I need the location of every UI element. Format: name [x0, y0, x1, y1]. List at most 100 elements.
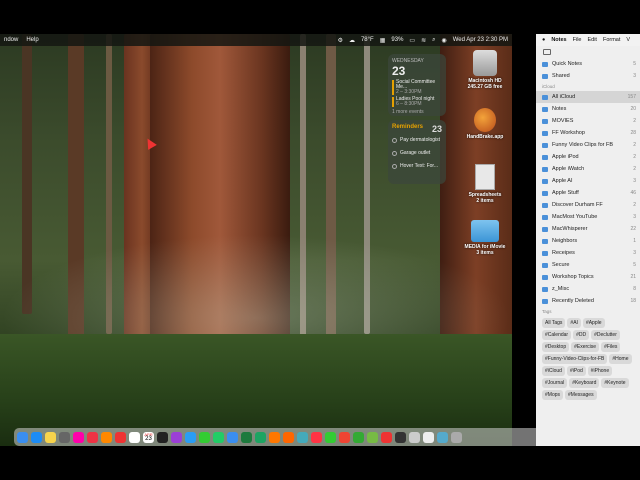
tag-chip[interactable]: #Apple [582, 318, 605, 328]
pages-icon[interactable] [283, 431, 294, 443]
folder-row[interactable]: Apple AI 3 [536, 175, 640, 187]
numbers-icon[interactable] [213, 431, 224, 443]
folder-row[interactable]: Discover Durham FF 2 [536, 199, 640, 211]
tag-chip[interactable]: #Journal [542, 378, 568, 388]
folder-row[interactable]: Secure 5 [536, 259, 640, 271]
folder-row[interactable]: Shared 3 [536, 70, 640, 82]
reminders-widget[interactable]: Reminders 23 Pay dermatologist Garage ou… [388, 120, 446, 184]
downloads-icon[interactable] [437, 431, 448, 443]
notes-icon[interactable] [45, 431, 56, 443]
books-icon[interactable] [269, 431, 280, 443]
tag-chip[interactable]: #Keyboard [569, 378, 600, 388]
weather-icon[interactable]: ☁ [349, 37, 355, 44]
screenshot-icon[interactable] [409, 431, 420, 443]
photos-icon[interactable] [73, 431, 84, 443]
folder-row[interactable]: Apple Stuff 46 [536, 187, 640, 199]
finder-icon[interactable] [17, 431, 28, 443]
folder-count: 1 [633, 238, 636, 244]
folder-row[interactable]: Apple iWatch 2 [536, 163, 640, 175]
clock-text[interactable]: Wed Apr 23 2:30 PM [453, 37, 508, 43]
tag-chip[interactable]: #Funny-Video-Clips-for-FB [542, 354, 608, 364]
menu-format[interactable]: Format [603, 37, 620, 43]
reminder-item[interactable]: Hover Text: For... [392, 163, 442, 169]
folder-row[interactable]: Apple iPod 2 [536, 151, 640, 163]
textedit-icon[interactable] [423, 431, 434, 443]
calendar-widget[interactable]: WEDNESDAY 23 Social Committee Me... 2 – … [388, 54, 446, 116]
chrome2-icon[interactable] [339, 431, 350, 443]
tv-icon[interactable] [157, 431, 168, 443]
trash-icon[interactable] [451, 431, 462, 443]
sheets-icon[interactable] [255, 431, 266, 443]
firefox-icon[interactable] [101, 431, 112, 443]
desktop-icon-media-folder[interactable]: MEDIA for iMovie 3 items [455, 220, 515, 256]
folder-row[interactable]: MacMost YouTube 3 [536, 211, 640, 223]
tag-chip[interactable]: #Desktop [542, 342, 570, 352]
menu-file[interactable]: File [573, 37, 582, 43]
tag-chip[interactable]: #iPod [566, 366, 586, 376]
control-icon[interactable]: ▦ [380, 37, 386, 44]
tag-chip[interactable]: #Keynote [601, 378, 629, 388]
sidebar-toggle-icon[interactable] [543, 49, 551, 55]
music-icon[interactable] [311, 431, 322, 443]
folder-row[interactable]: Quick Notes 5 [536, 58, 640, 70]
tag-chip[interactable]: #Exercise [571, 342, 600, 352]
tag-chip[interactable]: #Home [609, 354, 632, 364]
gear-icon[interactable]: ⚙ [338, 37, 343, 44]
tag-chip[interactable]: All Tags [542, 318, 566, 328]
folder-row[interactable]: Workshop Topics 21 [536, 271, 640, 283]
reminder-item[interactable]: Garage outlet [392, 150, 442, 156]
folder-row[interactable]: FF Workshop 28 [536, 127, 640, 139]
folder-row[interactable]: MacWhisperer 22 [536, 223, 640, 235]
tag-chip[interactable]: #Messages [565, 390, 597, 400]
siri-icon[interactable]: ◉ [441, 37, 446, 44]
folder-row[interactable]: Notes 20 [536, 103, 640, 115]
desktop-icon-handbrake[interactable]: HandBrake.app [455, 108, 515, 140]
reminder-item[interactable]: Pay dermatologist [392, 137, 442, 143]
tag-chip[interactable]: #Mops [542, 390, 564, 400]
folder-row[interactable]: Neighbors 1 [536, 235, 640, 247]
tag-chip[interactable]: #DD [573, 330, 590, 340]
battery-icon[interactable]: ▭ [409, 37, 415, 44]
folder-row[interactable]: Receipes 3 [536, 247, 640, 259]
imovie-icon[interactable] [367, 431, 378, 443]
folder-row[interactable]: Funny Video Clips for FB 2 [536, 139, 640, 151]
menu-edit[interactable]: Edit [587, 37, 596, 43]
camtasia-icon[interactable] [353, 431, 364, 443]
menu-notes[interactable]: Notes [551, 37, 566, 43]
tag-chip[interactable]: #AI [567, 318, 581, 328]
tag-chip[interactable]: #Files [601, 342, 621, 352]
tag-chip[interactable]: #Declutter [591, 330, 620, 340]
battery-text[interactable]: 93% [391, 37, 403, 43]
keynote-icon[interactable] [227, 431, 238, 443]
podcasts-icon[interactable] [171, 431, 182, 443]
excel-icon[interactable] [241, 431, 252, 443]
apple-icon[interactable]: ● [542, 37, 545, 43]
tag-chip[interactable]: #iCloud [542, 366, 565, 376]
terminal-icon[interactable] [395, 431, 406, 443]
app-store-icon[interactable] [31, 431, 42, 443]
gmail-icon[interactable] [115, 431, 126, 443]
folder-row[interactable]: All iCloud 157 [536, 91, 640, 103]
tag-chip[interactable]: #iPhone [587, 366, 613, 376]
launchpad-icon[interactable] [59, 431, 70, 443]
wifi-icon[interactable]: ≋ [421, 37, 426, 44]
preview-icon[interactable] [297, 431, 308, 443]
search-icon[interactable]: ⌕ [432, 37, 435, 44]
safari-icon[interactable] [185, 431, 196, 443]
reminders-icon[interactable] [129, 431, 140, 443]
temperature-text[interactable]: 78°F [361, 37, 374, 43]
menu-view[interactable]: V [626, 37, 630, 43]
messages-icon[interactable] [199, 431, 210, 443]
desktop-icon-macintosh-hd[interactable]: Macintosh HD 245.27 GB free [455, 50, 515, 90]
menu-window[interactable]: ndow [4, 37, 18, 43]
folder-row[interactable]: MOVIES 2 [536, 115, 640, 127]
menu-help[interactable]: Help [26, 37, 38, 43]
whatsapp-icon[interactable] [325, 431, 336, 443]
chrome-icon[interactable] [87, 431, 98, 443]
calendar-icon[interactable]: APR 23 [143, 431, 154, 443]
desktop-icon-spreadsheets[interactable]: Spreadsheets 2 items [455, 164, 515, 204]
folder-row[interactable]: Recently Deleted 18 [536, 295, 640, 307]
news-icon[interactable] [381, 431, 392, 443]
tag-chip[interactable]: #Calendar [542, 330, 572, 340]
folder-row[interactable]: z_Misc 8 [536, 283, 640, 295]
